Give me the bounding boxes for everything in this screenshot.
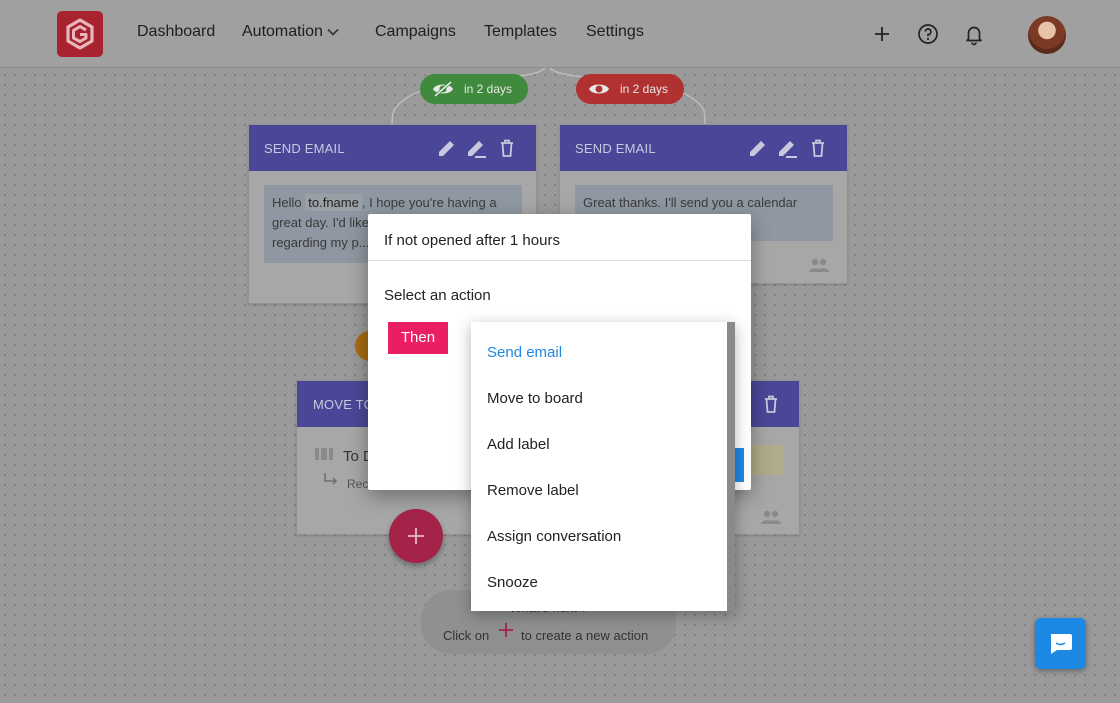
email-preview-text: regarding my p... [272, 235, 370, 250]
branch-opened-badge[interactable]: in 2 days [576, 74, 684, 104]
edit-alt-icon[interactable] [466, 137, 488, 159]
card-title: SEND EMAIL [575, 141, 656, 156]
add-step-button[interactable] [389, 509, 443, 563]
branch-not-opened-label: in 2 days [464, 82, 513, 96]
branch-opened-label: in 2 days [620, 82, 669, 96]
hint-to-create: to create a new action [521, 628, 649, 643]
trash-icon[interactable] [496, 137, 518, 159]
option-remove-label[interactable]: Remove label [471, 468, 727, 514]
edit-icon[interactable] [747, 137, 769, 159]
board-icon [315, 448, 333, 460]
card-toolbar [747, 137, 829, 159]
option-send-email[interactable]: Send email [471, 330, 727, 376]
option-add-label[interactable]: Add label [471, 422, 727, 468]
trash-icon[interactable] [760, 393, 782, 415]
email-preview-text: Hello [272, 195, 306, 210]
people-icon [761, 510, 781, 524]
branch-not-opened-badge[interactable]: in 2 days [420, 74, 528, 104]
edit-alt-icon[interactable] [777, 137, 799, 159]
edit-icon[interactable] [436, 137, 458, 159]
option-assign-conversation[interactable]: Assign conversation [471, 514, 727, 560]
people-icon [809, 258, 829, 272]
email-preview-text: Great thanks. I'll send you a calendar [583, 195, 798, 210]
eye-icon [589, 84, 609, 94]
option-move-to-board[interactable]: Move to board [471, 376, 727, 422]
select-action-label: Select an action [384, 287, 491, 304]
action-dropdown[interactable]: Send email Move to board Add label Remov… [471, 322, 735, 611]
plus-icon [408, 528, 424, 544]
card-toolbar [436, 137, 518, 159]
note-box [748, 445, 784, 475]
then-badge: Then [388, 322, 448, 354]
modal-title: If not opened after 1 hours [368, 214, 751, 261]
plus-icon [499, 623, 513, 637]
eye-off-icon [433, 80, 453, 98]
hint-click-on: Click on [443, 628, 490, 643]
chat-icon [1051, 634, 1072, 654]
card-title: MOVE TO [313, 397, 374, 412]
board-column: Rec [347, 477, 369, 491]
subdirectory-arrow-icon [324, 473, 338, 485]
variable-chip: to.fname [305, 194, 362, 211]
dropdown-scrollbar[interactable] [727, 322, 735, 611]
card-title: SEND EMAIL [264, 141, 345, 156]
chat-launcher-button[interactable] [1035, 618, 1086, 669]
trash-icon[interactable] [807, 137, 829, 159]
option-snooze[interactable]: Snooze [471, 560, 727, 606]
